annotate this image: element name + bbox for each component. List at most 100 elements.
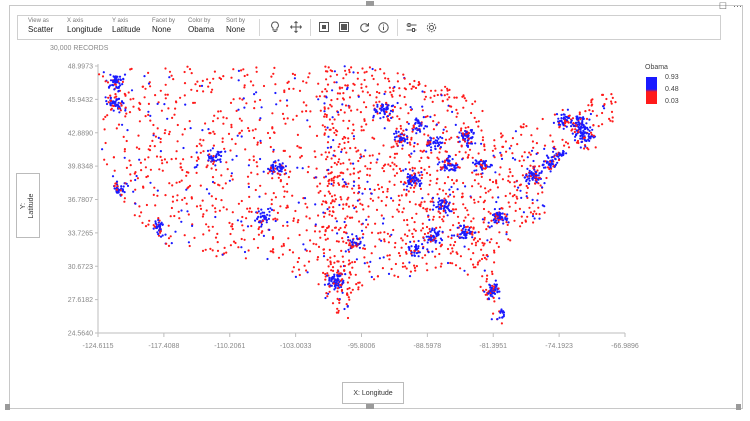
scatter-point[interactable]: [472, 132, 475, 135]
scatter-point[interactable]: [398, 94, 401, 97]
scatter-point[interactable]: [407, 122, 410, 125]
scatter-point[interactable]: [107, 96, 110, 99]
scatter-point[interactable]: [343, 226, 347, 229]
scatter-point[interactable]: [535, 212, 538, 215]
scatter-point[interactable]: [174, 107, 177, 110]
scatter-point[interactable]: [237, 79, 240, 82]
scatter-point[interactable]: [448, 164, 451, 167]
scatter-point[interactable]: [382, 144, 385, 147]
scatter-point[interactable]: [123, 148, 126, 151]
scatter-point[interactable]: [124, 115, 127, 118]
scatter-point[interactable]: [327, 265, 330, 268]
scatter-point[interactable]: [437, 210, 440, 213]
scatter-point[interactable]: [417, 239, 420, 243]
scatter-point[interactable]: [160, 159, 163, 162]
scatter-point[interactable]: [454, 153, 457, 157]
scatter-point[interactable]: [430, 151, 433, 154]
scatter-point[interactable]: [387, 241, 390, 244]
scatter-point[interactable]: [497, 245, 500, 248]
scatter-point[interactable]: [174, 230, 177, 233]
scatter-point[interactable]: [240, 69, 243, 72]
scatter-point[interactable]: [175, 181, 178, 184]
scatter-point[interactable]: [332, 126, 335, 130]
scatter-point[interactable]: [422, 116, 425, 119]
scatter-point[interactable]: [377, 196, 380, 199]
scatter-point[interactable]: [368, 66, 371, 69]
scatter-point[interactable]: [324, 88, 327, 91]
scatter-point[interactable]: [473, 198, 476, 201]
scatter-point[interactable]: [323, 110, 326, 113]
scatter-point[interactable]: [446, 87, 449, 90]
scatter-point[interactable]: [334, 217, 337, 220]
scatter-point[interactable]: [182, 146, 185, 150]
scatter-point[interactable]: [495, 283, 498, 286]
scatter-point[interactable]: [306, 119, 309, 122]
scatter-point[interactable]: [287, 176, 290, 179]
scatter-point[interactable]: [496, 318, 499, 321]
scatter-point[interactable]: [366, 261, 369, 264]
scatter-point[interactable]: [424, 254, 427, 257]
scatter-point[interactable]: [361, 67, 364, 70]
scatter-point[interactable]: [276, 172, 279, 175]
scatter-point[interactable]: [135, 174, 138, 178]
scatter-point[interactable]: [371, 67, 374, 71]
scatter-point[interactable]: [326, 237, 329, 240]
scatter-point[interactable]: [470, 220, 473, 223]
scatter-point[interactable]: [254, 188, 257, 192]
scatter-point[interactable]: [575, 129, 578, 132]
scatter-point[interactable]: [490, 163, 493, 167]
scatter-point[interactable]: [357, 286, 360, 289]
scatter-point[interactable]: [481, 139, 484, 142]
scatter-point[interactable]: [237, 246, 240, 249]
scatter-point[interactable]: [386, 187, 389, 191]
scatter-point[interactable]: [487, 190, 490, 193]
scatter-point[interactable]: [431, 250, 434, 253]
scatter-point[interactable]: [384, 77, 387, 80]
scatter-point[interactable]: [493, 139, 496, 142]
scatter-point[interactable]: [383, 92, 386, 96]
scatter-point[interactable]: [351, 288, 354, 291]
scatter-point[interactable]: [269, 145, 272, 149]
scatter-point[interactable]: [529, 164, 532, 167]
scatter-point[interactable]: [499, 310, 502, 314]
scatter-point[interactable]: [240, 119, 243, 122]
scatter-point[interactable]: [231, 223, 234, 226]
scatter-point[interactable]: [118, 75, 122, 78]
scatter-point[interactable]: [201, 199, 204, 202]
scatter-point[interactable]: [472, 252, 475, 255]
scatter-point[interactable]: [387, 77, 390, 80]
scatter-point[interactable]: [414, 182, 417, 185]
scatter-point[interactable]: [240, 237, 243, 241]
scatter-point[interactable]: [168, 70, 172, 73]
scatter-point[interactable]: [265, 221, 268, 224]
scatter-point[interactable]: [336, 97, 339, 101]
scatter-point[interactable]: [466, 145, 470, 148]
scatter-point[interactable]: [254, 128, 257, 131]
scatter-point[interactable]: [273, 66, 276, 69]
scatter-point[interactable]: [191, 224, 194, 227]
scatter-point[interactable]: [216, 241, 219, 244]
scatter-point[interactable]: [260, 225, 263, 228]
scatter-point[interactable]: [152, 123, 155, 127]
scatter-point[interactable]: [333, 175, 336, 178]
scatter-point[interactable]: [565, 152, 568, 155]
scatter-point[interactable]: [391, 161, 394, 164]
scatter-point[interactable]: [388, 258, 391, 261]
scatter-point[interactable]: [582, 129, 585, 132]
scatter-point[interactable]: [535, 142, 539, 145]
scatter-point[interactable]: [124, 106, 127, 109]
scatter-point[interactable]: [330, 145, 333, 149]
scatter-point[interactable]: [462, 237, 465, 240]
scatter-point[interactable]: [539, 184, 542, 187]
scatter-point[interactable]: [270, 198, 273, 201]
scatter-point[interactable]: [117, 123, 121, 126]
scatter-point[interactable]: [490, 318, 493, 321]
scatter-point[interactable]: [543, 182, 546, 185]
scatter-point[interactable]: [591, 128, 594, 131]
scatter-point[interactable]: [446, 261, 450, 265]
scatter-point[interactable]: [269, 207, 272, 210]
scatter-point[interactable]: [383, 231, 386, 234]
scatter-point[interactable]: [315, 95, 318, 98]
scatter-point[interactable]: [417, 245, 420, 248]
scatter-point[interactable]: [541, 163, 545, 166]
